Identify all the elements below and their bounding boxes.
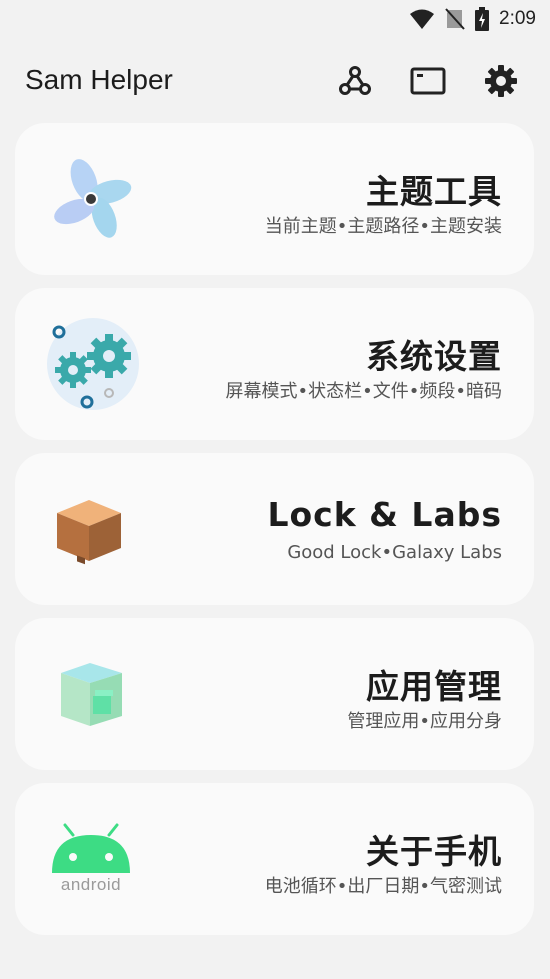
window-button[interactable] [408, 61, 448, 101]
card-app-management[interactable]: 应用管理 管理应用•应用分身 [15, 618, 534, 770]
settings-button[interactable] [481, 61, 521, 101]
card-title: 应用管理 [366, 667, 502, 706]
status-time: 2:09 [499, 8, 536, 29]
network-icon [339, 66, 371, 95]
app-bar: Sam Helper [0, 50, 550, 112]
wifi-icon [410, 9, 435, 29]
card-theme-tools[interactable]: 主题工具 当前主题•主题路径•主题安装 [15, 123, 534, 275]
card-about-phone[interactable]: android 关于手机 电池循环•出厂日期•气密测试 [15, 783, 534, 935]
card-title: 系统设置 [366, 337, 502, 376]
card-lock-labs[interactable]: Lock & Labs Good Lock•Galaxy Labs [15, 453, 534, 605]
card-subtitle: 屏幕模式•状态栏•文件•频段•暗码 [225, 381, 502, 402]
cube-icon [43, 648, 153, 740]
pinwheel-icon [43, 153, 153, 245]
card-system-settings[interactable]: 系统设置 屏幕模式•状态栏•文件•频段•暗码 [15, 288, 534, 440]
network-button[interactable] [335, 61, 375, 101]
window-icon [410, 67, 446, 95]
android-label: android [60, 875, 122, 894]
card-subtitle: 管理应用•应用分身 [347, 711, 502, 732]
app-title: Sam Helper [25, 64, 173, 95]
android-icon: android [51, 823, 161, 915]
card-subtitle: 电池循环•出厂日期•气密测试 [264, 876, 502, 897]
card-subtitle: Good Lock•Galaxy Labs [287, 542, 502, 563]
card-subtitle: 当前主题•主题路径•主题安装 [264, 216, 502, 237]
gears-icon [43, 318, 153, 410]
card-title: 关于手机 [366, 832, 502, 871]
box-icon [43, 483, 153, 575]
card-title: Lock & Labs [267, 495, 502, 534]
battery-charging-icon [475, 7, 490, 31]
no-signal-icon [445, 8, 465, 30]
status-icons: 2:09 [409, 6, 536, 32]
settings-icon [485, 65, 517, 97]
card-title: 主题工具 [366, 172, 502, 211]
status-bar: 2:09 [0, 0, 550, 38]
